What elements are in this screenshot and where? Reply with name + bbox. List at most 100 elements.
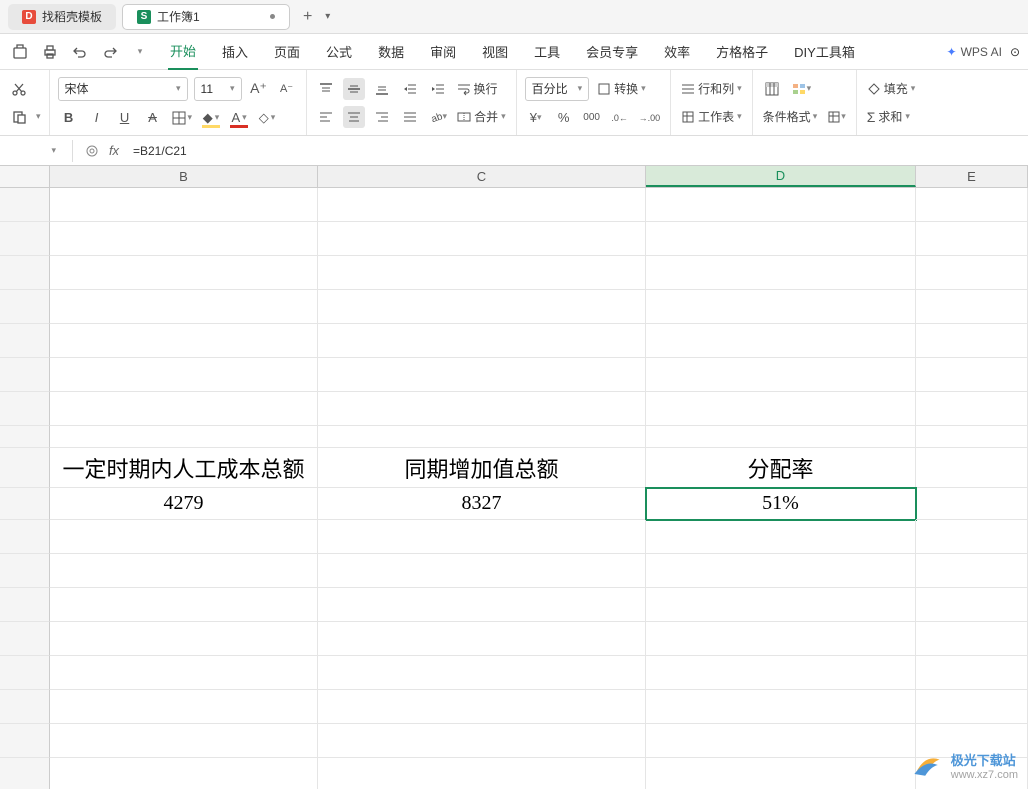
decrease-font-button[interactable]: A⁻ <box>276 78 298 100</box>
cut-button[interactable] <box>8 78 30 100</box>
menu-tab-efficiency[interactable]: 效率 <box>662 34 692 69</box>
cell[interactable] <box>50 690 318 724</box>
cell[interactable] <box>916 426 1028 448</box>
cell[interactable] <box>318 758 646 789</box>
conditional-format-button[interactable]: 条件格式▾ <box>761 106 820 128</box>
cell[interactable] <box>318 290 646 324</box>
cell-d21[interactable]: 51% <box>646 488 916 520</box>
cell-b21[interactable]: 4279 <box>50 488 318 520</box>
menu-tab-review[interactable]: 审阅 <box>428 34 458 69</box>
cell[interactable] <box>916 290 1028 324</box>
align-left-button[interactable] <box>315 106 337 128</box>
cell[interactable] <box>646 758 916 789</box>
settings-button[interactable]: ⊙ <box>1010 45 1020 59</box>
bold-button[interactable]: B <box>58 107 80 129</box>
print-button[interactable] <box>38 40 62 64</box>
menu-tab-diy[interactable]: DIY工具箱 <box>792 34 857 69</box>
menu-tab-grid[interactable]: 方格格子 <box>714 34 770 69</box>
cell[interactable] <box>318 690 646 724</box>
tab-menu-button[interactable]: ▾ <box>320 11 336 22</box>
paste-dropdown[interactable]: ▾ <box>36 111 41 122</box>
menu-tab-formula[interactable]: 公式 <box>324 34 354 69</box>
table-style-button[interactable] <box>761 78 783 100</box>
cell[interactable] <box>318 588 646 622</box>
col-header-e[interactable]: E <box>916 166 1028 187</box>
cell[interactable] <box>916 488 1028 520</box>
template-tab[interactable]: D 找稻壳模板 <box>8 4 116 30</box>
clear-format-button[interactable]: ◇▾ <box>256 107 278 129</box>
menu-tab-member[interactable]: 会员专享 <box>584 34 640 69</box>
align-right-button[interactable] <box>371 106 393 128</box>
cell[interactable] <box>646 520 916 554</box>
cell[interactable] <box>50 520 318 554</box>
cell[interactable] <box>50 358 318 392</box>
percent-button[interactable]: % <box>553 107 575 129</box>
cell[interactable] <box>646 256 916 290</box>
cell[interactable] <box>916 554 1028 588</box>
menu-tab-page[interactable]: 页面 <box>272 34 302 69</box>
sum-button[interactable]: Σ求和▾ <box>865 106 912 128</box>
merge-button[interactable]: 合并▾ <box>455 106 508 128</box>
select-all-corner[interactable] <box>0 166 50 187</box>
increase-font-button[interactable]: A⁺ <box>248 78 270 100</box>
cell[interactable] <box>916 256 1028 290</box>
formula-input[interactable]: =B21/C21 <box>125 139 1028 163</box>
cell[interactable] <box>50 426 318 448</box>
cell[interactable] <box>646 222 916 256</box>
col-header-b[interactable]: B <box>50 166 318 187</box>
align-bottom-button[interactable] <box>371 78 393 100</box>
cell[interactable] <box>318 324 646 358</box>
cell[interactable] <box>646 426 916 448</box>
row-col-button[interactable]: 行和列▾ <box>679 78 744 100</box>
cell[interactable] <box>50 290 318 324</box>
cell[interactable] <box>916 622 1028 656</box>
cell[interactable] <box>318 656 646 690</box>
add-tab-button[interactable]: + <box>296 5 320 29</box>
cell[interactable] <box>50 622 318 656</box>
cell[interactable] <box>646 324 916 358</box>
cell[interactable] <box>646 724 916 758</box>
cell[interactable] <box>50 222 318 256</box>
cell[interactable] <box>50 324 318 358</box>
decrease-indent-button[interactable] <box>399 78 421 100</box>
quick-menu-dropdown[interactable]: ▾ <box>128 40 152 64</box>
undo-button[interactable] <box>68 40 92 64</box>
cell[interactable] <box>50 588 318 622</box>
increase-indent-button[interactable] <box>427 78 449 100</box>
menu-tab-view[interactable]: 视图 <box>480 34 510 69</box>
save-button[interactable] <box>8 40 32 64</box>
name-box[interactable]: ▾ <box>4 139 60 163</box>
cell[interactable] <box>318 358 646 392</box>
wrap-text-button[interactable]: 换行 <box>455 78 500 100</box>
cell-style-button[interactable]: ▾ <box>789 78 814 100</box>
cell[interactable] <box>318 188 646 222</box>
cell[interactable] <box>50 656 318 690</box>
cell-c20[interactable]: 同期增加值总额 <box>318 448 646 488</box>
align-justify-button[interactable] <box>399 106 421 128</box>
strikethrough-button[interactable]: A <box>142 107 164 129</box>
italic-button[interactable]: I <box>86 107 108 129</box>
cell[interactable] <box>646 290 916 324</box>
cell[interactable] <box>318 724 646 758</box>
wps-ai-button[interactable]: ✦ WPS AI <box>947 45 1002 59</box>
cell[interactable] <box>646 656 916 690</box>
workbook-tab[interactable]: S 工作簿1 <box>122 4 290 30</box>
orientation-button[interactable]: ab▾ <box>427 106 450 128</box>
fx-icon[interactable]: fx <box>103 140 125 162</box>
cell[interactable] <box>318 222 646 256</box>
cell-d20[interactable]: 分配率 <box>646 448 916 488</box>
font-size-select[interactable]: 11▾ <box>194 77 242 101</box>
cell[interactable] <box>916 520 1028 554</box>
currency-button[interactable]: ¥▾ <box>525 107 547 129</box>
cell[interactable] <box>916 448 1028 488</box>
menu-tab-insert[interactable]: 插入 <box>220 34 250 69</box>
cell[interactable] <box>646 554 916 588</box>
cell[interactable] <box>318 256 646 290</box>
cell[interactable] <box>646 392 916 426</box>
insert-function-icon[interactable] <box>81 140 103 162</box>
cell[interactable] <box>916 324 1028 358</box>
font-name-select[interactable]: 宋体▾ <box>58 77 188 101</box>
cell[interactable] <box>318 392 646 426</box>
increase-decimal-button[interactable]: →.00 <box>637 107 663 129</box>
menu-tab-tools[interactable]: 工具 <box>532 34 562 69</box>
